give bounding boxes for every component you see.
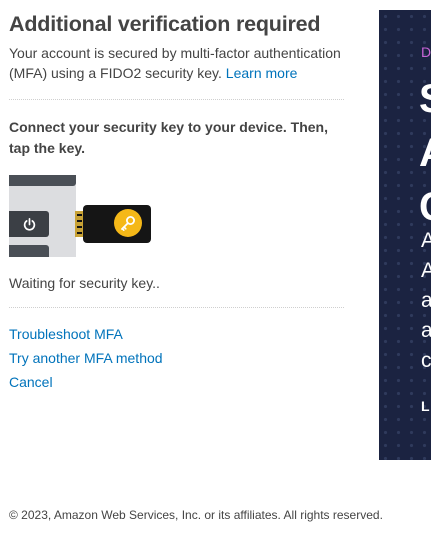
try-another-mfa-link[interactable]: Try another MFA method bbox=[9, 346, 349, 370]
troubleshoot-mfa-link[interactable]: Troubleshoot MFA bbox=[9, 322, 349, 346]
promo-headline-line: S bbox=[419, 72, 431, 126]
promo-body-line: a bbox=[421, 319, 431, 342]
promo-eyebrow: D bbox=[421, 44, 431, 60]
divider bbox=[9, 307, 344, 308]
power-button bbox=[9, 211, 49, 237]
promo-body-line: c bbox=[421, 349, 431, 372]
promo-body-line: a bbox=[421, 289, 431, 312]
promo-cta-link[interactable]: L bbox=[421, 398, 430, 414]
main-content: Additional verification required Your ac… bbox=[9, 10, 349, 394]
divider bbox=[9, 99, 344, 100]
promo-body-line: A bbox=[421, 259, 431, 282]
action-links: Troubleshoot MFA Try another MFA method … bbox=[9, 322, 349, 394]
laptop-top bbox=[9, 175, 76, 186]
learn-more-link[interactable]: Learn more bbox=[226, 65, 298, 81]
security-key-illustration bbox=[9, 175, 159, 257]
page-title: Additional verification required bbox=[9, 12, 321, 36]
promo-headline: S A C bbox=[419, 72, 431, 234]
promo-banner[interactable]: D S A C A A a a c L bbox=[379, 10, 431, 460]
key-icon bbox=[114, 209, 142, 237]
promo-body: A A a a c bbox=[421, 226, 431, 376]
laptop-icon bbox=[9, 175, 76, 257]
status-text: Waiting for security key.. bbox=[9, 275, 160, 291]
promo-headline-line: A bbox=[419, 126, 431, 180]
footer-copyright: © 2023, Amazon Web Services, Inc. or its… bbox=[9, 508, 383, 522]
instruction-text: Connect your security key to your device… bbox=[9, 119, 328, 156]
cancel-link[interactable]: Cancel bbox=[9, 370, 349, 394]
page-description: Your account is secured by multi-factor … bbox=[9, 43, 349, 83]
laptop-bottom bbox=[9, 245, 49, 257]
power-icon bbox=[23, 217, 35, 231]
promo-body-line: A bbox=[421, 229, 431, 252]
